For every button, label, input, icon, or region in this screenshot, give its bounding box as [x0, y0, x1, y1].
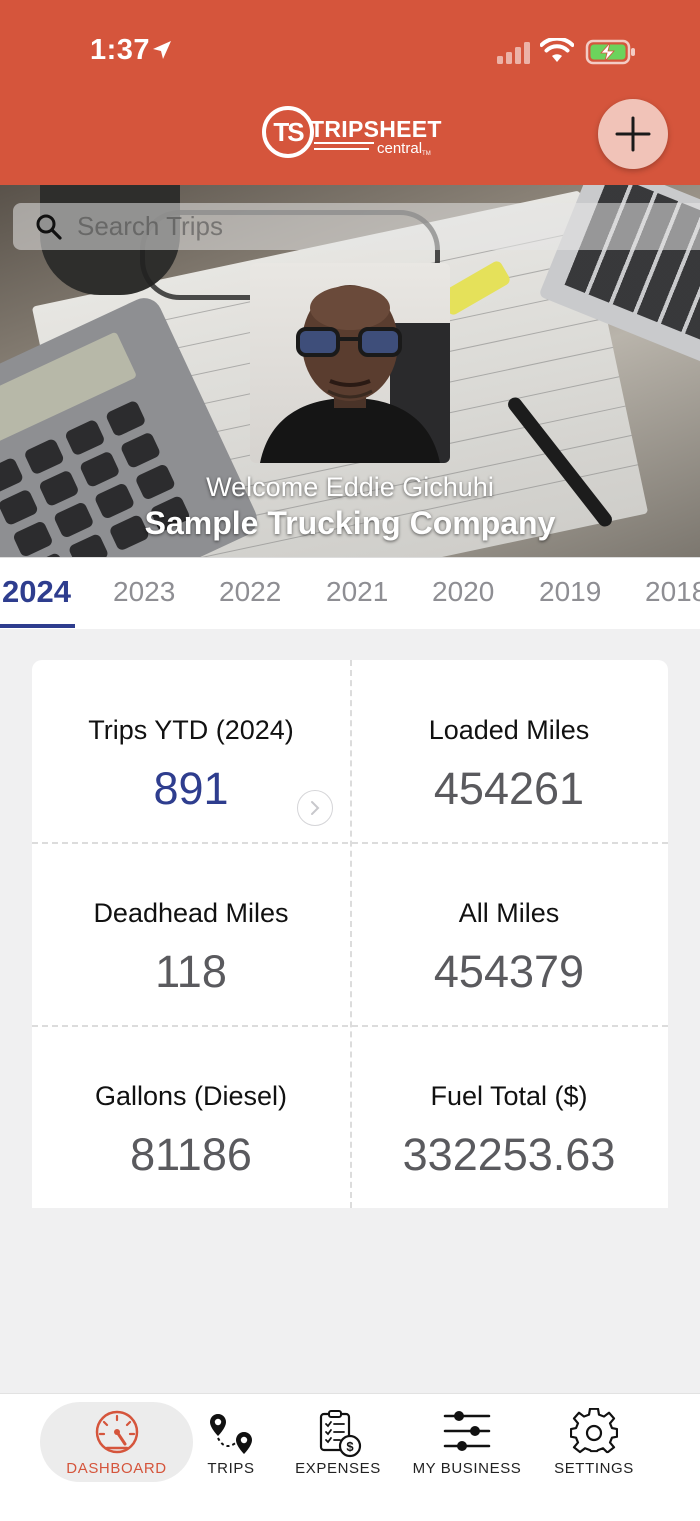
sliders-icon — [443, 1411, 491, 1451]
stat-value: 454261 — [433, 763, 585, 814]
nav-dashboard[interactable]: DASHBOARD — [40, 1402, 193, 1482]
status-bar: 1:37 — [0, 0, 700, 100]
nav-label: SETTINGS — [554, 1460, 634, 1477]
nav-settings[interactable]: SETTINGS — [548, 1402, 640, 1482]
svg-text:$: $ — [346, 1439, 354, 1454]
logo-sub-text: central — [377, 140, 423, 157]
search-input[interactable] — [77, 203, 577, 250]
welcome-message: Welcome Eddie Gichuhi — [206, 472, 494, 502]
stat-all-miles: All Miles 454379 — [350, 843, 668, 1025]
nav-trips[interactable]: TRIPS — [195, 1402, 267, 1482]
profile-photo[interactable] — [250, 263, 450, 463]
grid-divider-horizontal — [32, 842, 668, 844]
tab-year-2018[interactable]: 2018 — [645, 576, 700, 608]
stat-gallons-diesel: Gallons (Diesel) 81186 — [32, 1026, 350, 1208]
stat-fuel-total: Fuel Total ($) 332253.63 — [350, 1026, 668, 1208]
stat-value: 332253.63 — [402, 1129, 616, 1180]
stat-label: Loaded Miles — [428, 715, 590, 745]
bottom-navigation: DASHBOARD TRIPS $ EXPENSES MY BUSINESS S… — [0, 1393, 700, 1521]
search-bar[interactable] — [13, 203, 700, 250]
logo-subtitle: centralTM — [377, 140, 431, 157]
gear-icon — [570, 1408, 618, 1454]
logo-name: TRIPSHEET — [310, 116, 442, 143]
stats-grid: Trips YTD (2024) 891 Loaded Miles 454261… — [32, 660, 668, 1208]
year-tabs: 2024 2023 2022 2021 2020 2019 2018 — [0, 557, 700, 629]
stat-trips-ytd[interactable]: Trips YTD (2024) 891 — [32, 660, 350, 842]
stat-label: Deadhead Miles — [93, 898, 289, 928]
status-time: 1:37 — [90, 34, 151, 66]
cellular-signal-icon — [497, 40, 530, 64]
tab-year-2024[interactable]: 2024 — [2, 574, 71, 610]
stat-label: All Miles — [458, 898, 560, 928]
stat-value: 454379 — [433, 946, 585, 997]
route-pins-icon — [210, 1414, 252, 1454]
stat-label: Fuel Total ($) — [430, 1081, 588, 1111]
stat-deadhead-miles: Deadhead Miles 118 — [32, 843, 350, 1025]
tab-year-2020[interactable]: 2020 — [432, 576, 494, 608]
wifi-icon — [540, 38, 574, 62]
tripsheet-logo: TS TRIPSHEET centralTM — [262, 104, 442, 164]
hero-banner: Welcome Eddie Gichuhi Sample Trucking Co… — [0, 185, 700, 557]
nav-expenses[interactable]: $ EXPENSES — [288, 1402, 388, 1482]
tab-year-2023[interactable]: 2023 — [113, 576, 175, 608]
nav-label: EXPENSES — [295, 1460, 381, 1477]
nav-label: TRIPS — [207, 1460, 255, 1477]
logo-name-sheet: SHEET — [363, 116, 442, 142]
active-tab-indicator — [0, 624, 75, 628]
profile-person-image — [260, 285, 450, 463]
app-header: 1:37 TS TRIPSHEET centralTM — [0, 0, 700, 185]
nav-label: DASHBOARD — [66, 1460, 167, 1477]
tab-year-2022[interactable]: 2022 — [219, 576, 281, 608]
tab-year-2019[interactable]: 2019 — [539, 576, 601, 608]
stat-label: Gallons (Diesel) — [94, 1081, 288, 1111]
company-name: Sample Trucking Company — [144, 505, 556, 541]
logo-name-trip: TRIP — [310, 116, 364, 142]
logo-tm: TM — [422, 151, 431, 157]
stat-label: Trips YTD (2024) — [88, 715, 294, 745]
location-arrow-icon — [153, 41, 171, 59]
stat-value: 81186 — [130, 1129, 252, 1180]
logo-mark: TS — [262, 106, 314, 158]
plus-icon — [615, 116, 651, 152]
stat-value: 118 — [155, 946, 227, 997]
tab-year-2021[interactable]: 2021 — [326, 576, 388, 608]
add-trip-button[interactable] — [598, 99, 668, 169]
stat-loaded-miles: Loaded Miles 454261 — [350, 660, 668, 842]
chevron-right-icon[interactable] — [297, 790, 333, 826]
speedometer-icon — [95, 1410, 138, 1454]
receipt-dollar-icon: $ — [319, 1410, 362, 1458]
battery-charging-icon — [585, 39, 635, 65]
search-icon — [36, 214, 62, 240]
nav-label: MY BUSINESS — [412, 1460, 522, 1477]
nav-my-business[interactable]: MY BUSINESS — [410, 1402, 524, 1482]
grid-divider-vertical — [350, 660, 352, 1208]
grid-divider-horizontal — [32, 1025, 668, 1027]
